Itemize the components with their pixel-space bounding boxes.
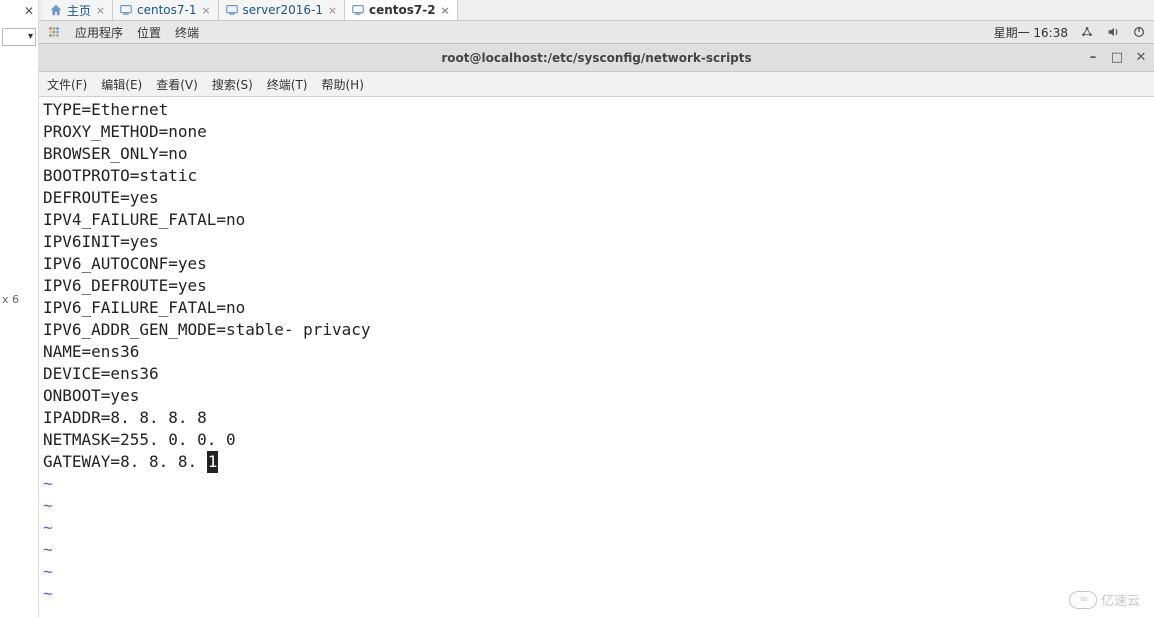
- gnome-right: 星期一 16:38: [994, 24, 1146, 41]
- menu-search[interactable]: 搜索(S): [212, 76, 253, 93]
- minimize-button[interactable]: –: [1086, 51, 1100, 65]
- config-line: ONBOOT=yes: [43, 385, 1150, 407]
- gnome-applications[interactable]: 应用程序: [75, 24, 123, 41]
- config-line: DEVICE=ens36: [43, 363, 1150, 385]
- gnome-top-bar: 应用程序 位置 终端 星期一 16:38: [39, 21, 1154, 44]
- gnome-left: 应用程序 位置 终端: [47, 24, 199, 41]
- config-line: IPV6_AUTOCONF=yes: [43, 253, 1150, 275]
- maximize-button[interactable]: □: [1110, 51, 1124, 65]
- config-line: IPV6_DEFROUTE=yes: [43, 275, 1150, 297]
- vm-tabs: 主页 × centos7-1 × server2016-1 × centos7-…: [39, 0, 1154, 21]
- window-titlebar[interactable]: root@localhost:/etc/sysconfig/network-sc…: [39, 44, 1154, 72]
- menu-edit[interactable]: 编辑(E): [101, 76, 142, 93]
- main-area: 主页 × centos7-1 × server2016-1 × centos7-…: [39, 0, 1154, 617]
- applications-icon[interactable]: [47, 25, 61, 39]
- left-panel-label: x 6: [2, 293, 19, 306]
- network-icon[interactable]: [1080, 25, 1094, 39]
- tab-label: server2016-1: [243, 3, 324, 17]
- menu-file[interactable]: 文件(F): [47, 76, 87, 93]
- terminal-body[interactable]: TYPE=EthernetPROXY_METHOD=noneBROWSER_ON…: [39, 97, 1154, 617]
- vm-icon: [225, 3, 239, 17]
- window-title: root@localhost:/etc/sysconfig/network-sc…: [441, 51, 751, 65]
- vim-tilde: ~: [43, 561, 1150, 583]
- vim-tilde: ~: [43, 495, 1150, 517]
- menu-help[interactable]: 帮助(H): [322, 76, 364, 93]
- close-icon[interactable]: ×: [440, 5, 451, 16]
- gnome-datetime[interactable]: 星期一 16:38: [994, 24, 1068, 41]
- config-line: TYPE=Ethernet: [43, 99, 1150, 121]
- vim-tilde: ~: [43, 473, 1150, 495]
- config-line: NAME=ens36: [43, 341, 1150, 363]
- vim-tilde: ~: [43, 517, 1150, 539]
- volume-icon[interactable]: [1106, 25, 1120, 39]
- config-line: BOOTPROTO=static: [43, 165, 1150, 187]
- gnome-places[interactable]: 位置: [137, 24, 161, 41]
- config-line: PROXY_METHOD=none: [43, 121, 1150, 143]
- power-icon[interactable]: [1132, 25, 1146, 39]
- menu-view[interactable]: 查看(V): [156, 76, 198, 93]
- tab-label: centos7-1: [137, 3, 196, 17]
- vm-icon: [119, 3, 133, 17]
- cursor: 1: [207, 451, 219, 473]
- window-controls: – □ ✕: [1086, 44, 1148, 72]
- vim-tilde: ~: [43, 539, 1150, 561]
- menu-terminal[interactable]: 终端(T): [267, 76, 308, 93]
- tab-label: centos7-2: [369, 3, 436, 17]
- gnome-terminal[interactable]: 终端: [175, 24, 199, 41]
- config-line: IPV6INIT=yes: [43, 231, 1150, 253]
- close-icon[interactable]: ✕: [22, 4, 36, 18]
- tab-home[interactable]: 主页 ×: [43, 0, 113, 20]
- left-dropdown[interactable]: ▾: [2, 28, 36, 46]
- config-line: IPV4_FAILURE_FATAL=no: [43, 209, 1150, 231]
- home-icon: [49, 3, 63, 17]
- close-icon[interactable]: ×: [201, 5, 212, 16]
- left-sidebar: ✕ ▾ x 6: [0, 0, 39, 617]
- close-icon[interactable]: ×: [327, 5, 338, 16]
- tab-server2016-1[interactable]: server2016-1 ×: [219, 0, 346, 20]
- tab-label: 主页: [67, 2, 91, 19]
- config-line: IPADDR=8. 8. 8. 8: [43, 407, 1150, 429]
- config-line: NETMASK=255. 0. 0. 0: [43, 429, 1150, 451]
- close-icon[interactable]: ×: [95, 5, 106, 16]
- config-line: BROWSER_ONLY=no: [43, 143, 1150, 165]
- config-line: IPV6_ADDR_GEN_MODE=stable- privacy: [43, 319, 1150, 341]
- vm-icon: [351, 3, 365, 17]
- close-button[interactable]: ✕: [1134, 51, 1148, 65]
- terminal-menubar: 文件(F) 编辑(E) 查看(V) 搜索(S) 终端(T) 帮助(H): [39, 72, 1154, 97]
- tab-centos7-1[interactable]: centos7-1 ×: [113, 0, 218, 20]
- config-line: IPV6_FAILURE_FATAL=no: [43, 297, 1150, 319]
- tab-centos7-2[interactable]: centos7-2 ×: [345, 0, 458, 20]
- config-line-cursor: GATEWAY=8. 8. 8. 1: [43, 451, 1150, 473]
- config-line: DEFROUTE=yes: [43, 187, 1150, 209]
- vim-tilde: ~: [43, 583, 1150, 605]
